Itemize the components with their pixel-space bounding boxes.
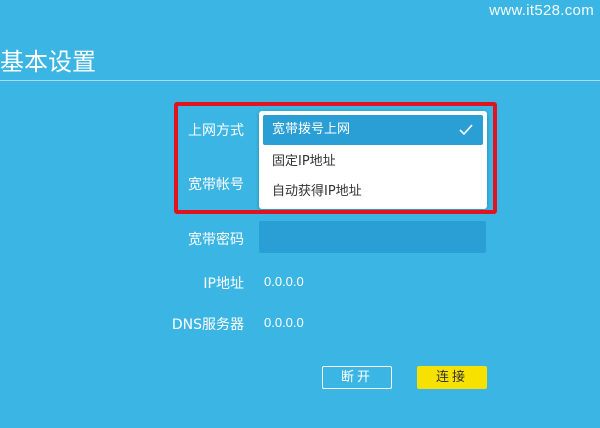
password-label: 宽带密码 bbox=[188, 232, 244, 248]
dns-server-value: 0.0.0.0 bbox=[264, 315, 304, 330]
password-input[interactable] bbox=[259, 221, 486, 253]
ip-address-value: 0.0.0.0 bbox=[264, 274, 304, 289]
dns-server-label: DNS服务器 bbox=[171, 317, 244, 333]
title-divider bbox=[0, 80, 600, 81]
disconnect-button[interactable]: 断开 bbox=[322, 366, 392, 389]
connect-button[interactable]: 连接 bbox=[417, 366, 487, 389]
watermark: www.it528.com bbox=[489, 2, 594, 19]
highlight-box bbox=[174, 102, 497, 214]
page-title: 基本设置 bbox=[0, 48, 96, 76]
ip-address-label: IP地址 bbox=[203, 276, 244, 292]
